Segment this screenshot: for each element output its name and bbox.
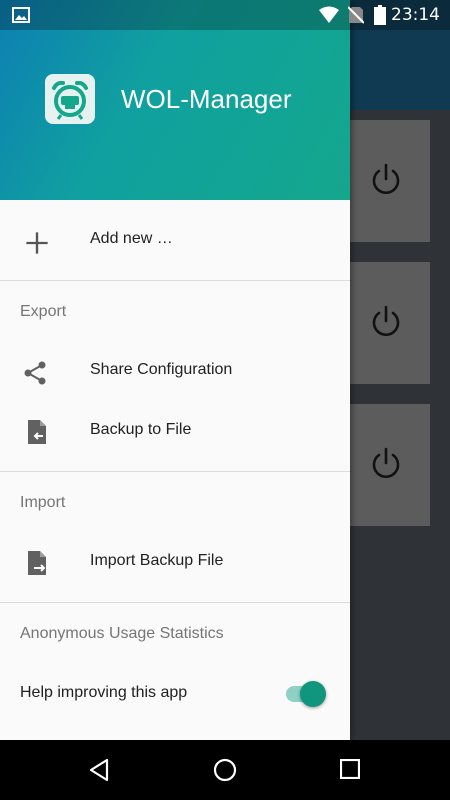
share-icon xyxy=(24,361,46,385)
home-icon[interactable] xyxy=(213,758,237,782)
divider xyxy=(0,471,350,472)
file-export-icon xyxy=(28,420,46,444)
plus-icon xyxy=(26,232,48,254)
import-backup-file-item[interactable]: Import Backup File xyxy=(0,533,350,593)
navigation-drawer: WOL-Manager Add new … Export Share Confi… xyxy=(0,0,350,740)
system-navigation-bar xyxy=(0,740,450,800)
statistics-toggle[interactable] xyxy=(300,681,326,707)
image-icon xyxy=(12,7,30,23)
app-title: WOL-Manager xyxy=(121,84,292,114)
divider xyxy=(0,280,350,281)
app-logo-icon xyxy=(45,74,95,124)
add-new-item[interactable]: Add new … xyxy=(0,211,350,271)
status-time: 23:14 xyxy=(391,5,440,25)
share-configuration-item[interactable]: Share Configuration xyxy=(0,342,350,402)
file-import-icon xyxy=(28,551,46,575)
import-section-header: Import xyxy=(20,494,66,511)
power-icon[interactable] xyxy=(368,304,404,340)
share-configuration-label: Share Configuration xyxy=(90,361,233,378)
import-backup-file-label: Import Backup File xyxy=(90,552,224,569)
add-new-label: Add new … xyxy=(90,230,173,247)
no-sim-icon xyxy=(348,6,364,24)
drawer-header: WOL-Manager xyxy=(0,0,350,200)
power-icon[interactable] xyxy=(368,446,404,482)
battery-icon xyxy=(374,5,386,25)
power-icon[interactable] xyxy=(368,162,404,198)
help-improving-label: Help improving this app xyxy=(20,684,188,701)
backup-to-file-label: Backup to File xyxy=(90,421,192,438)
divider xyxy=(0,602,350,603)
export-section-header: Export xyxy=(20,303,67,320)
wifi-icon xyxy=(319,6,339,23)
back-icon[interactable] xyxy=(88,758,110,782)
statistics-section-header: Anonymous Usage Statistics xyxy=(20,625,224,642)
recents-icon[interactable] xyxy=(340,759,360,779)
backup-to-file-item[interactable]: Backup to File xyxy=(0,402,350,462)
status-bar: 23:14 xyxy=(0,0,450,30)
